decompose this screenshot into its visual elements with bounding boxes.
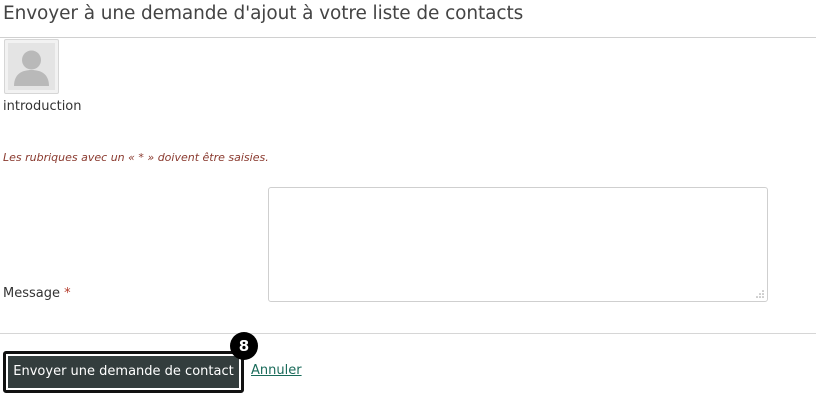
page-title: Envoyer à une demande d'ajout à votre li…: [3, 3, 524, 24]
message-label-text: Message: [3, 286, 60, 301]
title-divider: [0, 37, 816, 38]
message-field-container: [268, 187, 768, 302]
required-fields-note: Les rubriques avec un « * » doivent être…: [3, 151, 269, 164]
recipient-username[interactable]: introduction: [3, 99, 82, 114]
cancel-link[interactable]: Annuler: [251, 363, 302, 378]
required-marker: *: [64, 286, 71, 301]
step-number-badge: 8: [230, 332, 258, 360]
resize-handle-icon[interactable]: [756, 290, 764, 298]
message-label: Message *: [3, 286, 71, 301]
send-contact-request-button[interactable]: Envoyer une demande de contact: [3, 351, 244, 393]
user-silhouette-icon: [8, 43, 55, 90]
form-divider: [0, 333, 816, 334]
message-textarea[interactable]: [269, 188, 767, 301]
avatar[interactable]: [4, 39, 59, 94]
